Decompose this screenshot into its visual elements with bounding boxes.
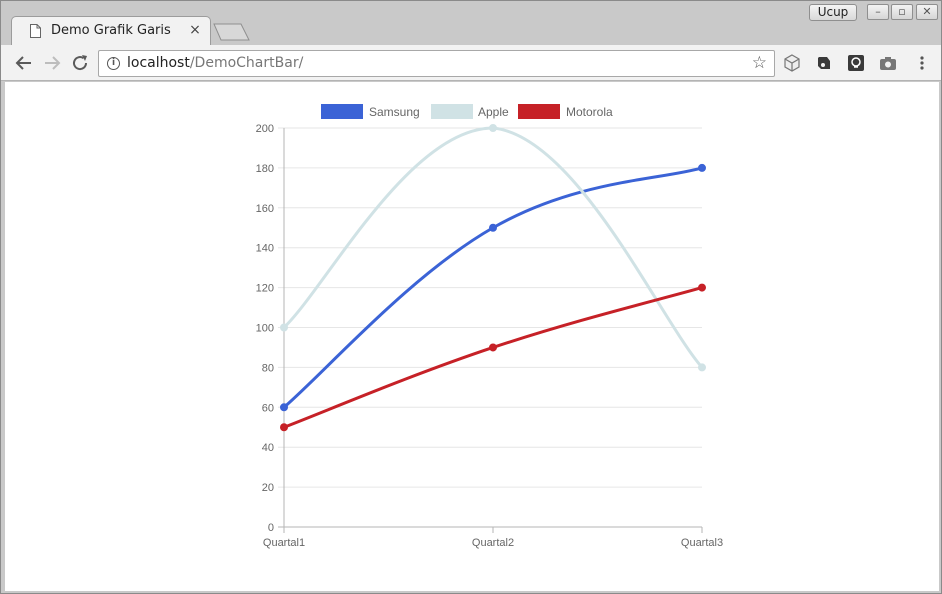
tab-title: Demo Grafik Garis: [51, 23, 171, 38]
maximize-icon[interactable]: ▫: [891, 4, 913, 20]
y-tick-label: 100: [256, 323, 274, 335]
y-tick-label: 180: [256, 163, 274, 175]
star-icon[interactable]: ☆: [752, 53, 767, 73]
data-point: [489, 223, 497, 232]
data-point: [280, 323, 288, 332]
new-tab-button[interactable]: [213, 23, 251, 41]
legend-label: Samsung: [369, 105, 420, 119]
data-point: [489, 343, 497, 352]
x-tick-label: Quartal1: [263, 537, 305, 549]
lightbulb-extension-icon[interactable]: [847, 54, 865, 72]
legend-swatch: [321, 104, 363, 119]
data-point: [698, 363, 706, 372]
page-icon: [30, 24, 41, 38]
forward-arrow-icon[interactable]: [41, 52, 63, 74]
x-tick-label: Quartal2: [472, 537, 514, 549]
data-point: [280, 403, 288, 412]
y-tick-label: 40: [262, 442, 274, 454]
evernote-extension-icon[interactable]: [815, 54, 833, 72]
x-tick-label: Quartal3: [681, 537, 723, 549]
profile-button[interactable]: Ucup: [809, 4, 857, 21]
data-point: [698, 163, 706, 172]
close-window-icon[interactable]: ✕: [916, 4, 938, 20]
info-icon[interactable]: i: [107, 57, 120, 70]
series-line: [283, 286, 703, 429]
tab-active[interactable]: Demo Grafik Garis ×: [11, 16, 211, 45]
url-host: localhost: [127, 55, 190, 71]
camera-extension-icon[interactable]: [879, 54, 897, 72]
back-arrow-icon[interactable]: [13, 52, 35, 74]
legend-label: Apple: [478, 105, 509, 119]
minimize-icon[interactable]: –: [867, 4, 889, 20]
y-tick-label: 20: [262, 482, 274, 494]
data-point: [698, 283, 706, 292]
data-point: [489, 124, 497, 132]
browser-window: Demo Grafik Garis × Ucup – ▫ ✕ i localho…: [0, 0, 942, 594]
data-point: [280, 423, 288, 432]
tab-strip: Demo Grafik Garis × Ucup – ▫ ✕: [1, 1, 941, 45]
legend-label: Motorola: [566, 105, 613, 119]
legend-swatch: [518, 104, 560, 119]
legend-swatch: [431, 104, 473, 119]
y-tick-label: 200: [256, 123, 274, 135]
y-tick-label: 140: [256, 243, 274, 255]
more-vert-icon[interactable]: [913, 54, 931, 72]
close-tab-icon[interactable]: ×: [188, 22, 202, 38]
reload-icon[interactable]: [69, 52, 91, 74]
y-tick-label: 60: [262, 402, 274, 414]
page-content: 0 20 40 60 80 100 120 140 160 180 200 Quartal1 Quart…: [5, 82, 939, 591]
url-text: localhost/DemoChartBar/: [127, 55, 303, 71]
y-tick-label: 80: [262, 362, 274, 374]
address-bar[interactable]: i localhost/DemoChartBar/ ☆: [98, 50, 775, 77]
y-tick-label: 120: [256, 283, 274, 295]
y-tick-label: 0: [268, 522, 274, 534]
line-chart: 0 20 40 60 80 100 120 140 160 180 200 Quartal1 Quart…: [256, 104, 723, 549]
y-tick-label: 160: [256, 203, 274, 215]
cube-extension-icon[interactable]: [783, 54, 801, 72]
url-path: /DemoChartBar/: [189, 55, 304, 71]
toolbar: i localhost/DemoChartBar/ ☆: [1, 45, 941, 81]
